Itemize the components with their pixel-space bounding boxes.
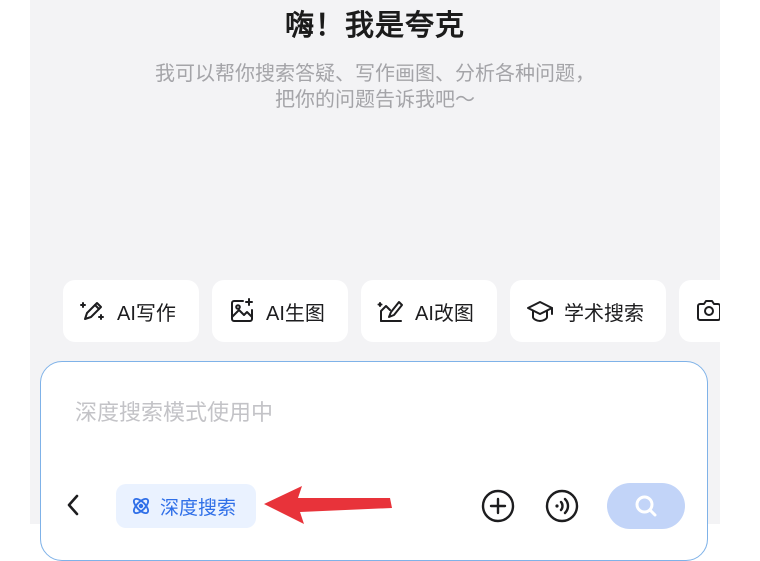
chip-label: 学术搜索: [564, 302, 644, 325]
image-sparkle-icon: [231, 298, 253, 322]
deep-search-label: 深度搜索: [160, 497, 237, 519]
search-icon: [635, 495, 657, 517]
chip-camera[interactable]: [679, 280, 720, 342]
search-submit-button[interactable]: [607, 483, 685, 529]
graduation-cap-icon: [527, 301, 553, 322]
chip-label: AI改图: [415, 302, 474, 325]
add-attachment-button[interactable]: [480, 488, 516, 524]
chevron-left-icon: [67, 494, 79, 516]
annotation-arrow: [264, 486, 392, 524]
subtitle-line-1: 我可以帮你搜索答疑、写作画图、分析各种问题，: [155, 63, 595, 85]
page-subtitle: 我可以帮你搜索答疑、写作画图、分析各种问题， 把你的问题告诉我吧～: [30, 61, 720, 113]
deep-search-toggle[interactable]: 深度搜索: [116, 484, 256, 528]
query-input-card[interactable]: 深度搜索模式使用中: [40, 361, 708, 561]
subtitle-line-2: 把你的问题告诉我吧～: [275, 89, 475, 111]
camera-icon: [697, 300, 720, 321]
back-button[interactable]: [62, 490, 84, 520]
query-input-placeholder[interactable]: 深度搜索模式使用中: [75, 395, 273, 427]
page-title: 嗨！我是夸克: [284, 10, 465, 42]
voice-wave-icon: [545, 489, 579, 523]
chip-ai-image-edit[interactable]: AI改图: [361, 280, 497, 342]
quick-action-chips: AI写作 AI生图 AI改图 学术搜索: [63, 280, 720, 344]
chip-label: AI写作: [117, 302, 176, 325]
chip-label: AI生图: [266, 302, 325, 325]
edit-image-icon: [377, 301, 403, 322]
chip-ai-writing[interactable]: AI写作: [63, 280, 199, 342]
pen-sparkle-icon: [80, 302, 104, 320]
chip-ai-image-gen[interactable]: AI生图: [212, 280, 348, 342]
deep-search-icon: [132, 497, 150, 515]
voice-input-button[interactable]: [544, 488, 580, 524]
plus-circle-icon: [481, 489, 515, 523]
chip-academic-search[interactable]: 学术搜索: [510, 280, 666, 342]
